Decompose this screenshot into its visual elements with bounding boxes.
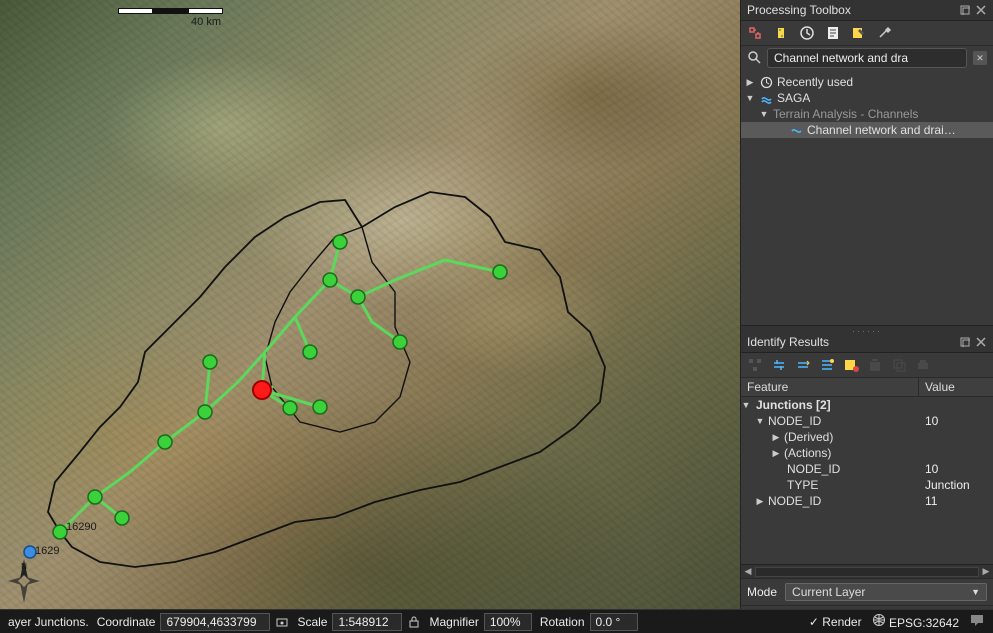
expand-all-icon[interactable] [771,357,787,373]
model-icon[interactable] [747,25,763,41]
actions-node[interactable]: (Actions) [784,446,831,460]
render-label: Render [822,615,861,629]
crs-label: EPSG:32642 [889,616,959,630]
identify-title: Identify Results [747,335,829,349]
undock-icon[interactable] [959,336,971,348]
open-form-icon[interactable] [843,357,859,373]
attr-value: 10 [919,462,993,476]
copy-icon [891,357,907,373]
header-feature[interactable]: Feature [741,378,919,396]
search-icon [747,50,761,67]
rotation-input[interactable] [590,613,638,631]
magnifier-label: Magnifier [429,615,478,629]
rotation-label: Rotation [540,615,585,629]
algorithm-label: Channel network and drai… [807,123,956,137]
options-icon[interactable] [877,25,893,41]
collapse-icon[interactable]: ▼ [759,109,769,119]
crs-button[interactable]: EPSG:32642 [872,613,959,630]
results-icon[interactable] [825,25,841,41]
coordinate-input[interactable] [160,613,270,631]
collapse-icon[interactable]: ▼ [755,416,765,426]
scale-label: Scale [297,615,327,629]
close-icon[interactable] [975,4,987,16]
python-icon[interactable] [773,25,789,41]
processing-toolbar [741,21,993,46]
feature-node[interactable]: NODE_ID [768,414,821,428]
processing-toolbox-title: Processing Toolbox [747,3,851,17]
chevron-down-icon: ▼ [971,587,980,597]
undock-icon[interactable] [959,4,971,16]
scale-input[interactable] [332,613,402,631]
print-icon [915,357,931,373]
selected-junction[interactable] [253,381,271,399]
saga-alg-icon [789,123,803,137]
expand-icon[interactable]: ▶ [745,77,755,87]
toolbox-search-input[interactable] [767,48,967,68]
tree-recent-label[interactable]: Recently used [777,75,853,89]
attr-name: TYPE [787,478,818,492]
history-icon[interactable] [799,25,815,41]
tree-saga-label[interactable]: SAGA [777,91,810,105]
history-icon [759,75,773,89]
north-arrow-icon: N [6,557,42,605]
mode-value: Current Layer [792,585,865,599]
collapse-icon[interactable]: ▼ [745,93,755,103]
attr-value: Junction [919,478,993,492]
expand-icon[interactable]: ▶ [771,432,781,443]
junction-nodes [24,235,507,558]
tree-group-label[interactable]: Terrain Analysis - Channels [773,107,918,121]
map-canvas[interactable]: 40 km [0,0,740,633]
status-bar-right: ✓ Render EPSG:32642 [740,609,993,633]
expand-icon[interactable]: ▶ [755,496,765,507]
globe-icon [872,613,886,627]
map-overlay: 16290 1629 [0,0,740,633]
feature-label-2: 1629 [35,545,59,557]
attr-name: NODE_ID [787,462,840,476]
horizontal-scrollbar[interactable]: ◀ ▶ [741,564,993,578]
scroll-right-icon[interactable]: ▶ [979,566,993,577]
clear-results-icon [867,357,883,373]
identify-results-panel: Identify Results Feature Value [741,332,993,633]
feature-value: 10 [919,414,993,428]
scroll-left-icon[interactable]: ◀ [741,566,755,577]
messages-icon[interactable] [969,612,985,631]
layer-name[interactable]: Junctions [2] [754,398,831,412]
channel-network [60,242,500,532]
identify-toolbar [741,353,993,378]
results-tree[interactable]: ▼Junctions [2] ▼NODE_ID 10 ▶(Derived) ▶(… [741,397,993,564]
feature-label-1: 16290 [66,521,97,533]
edit-in-place-icon[interactable] [851,25,867,41]
feature-node[interactable]: NODE_ID [768,494,821,508]
status-bar: ayer Junctions. Coordinate Scale Magnifi… [0,609,740,633]
algorithm-tree[interactable]: ▶ Recently used ▼ SAGA ▼ Terrain Analysi… [741,72,993,325]
identify-mode-select[interactable]: Current Layer ▼ [785,583,987,601]
extents-icon[interactable] [275,615,289,629]
basin-outline [48,192,605,567]
saga-provider-icon [759,91,773,105]
derived-node[interactable]: (Derived) [784,430,833,444]
mode-label: Mode [747,585,777,599]
svg-text:N: N [21,562,27,571]
feature-value: 11 [919,494,993,508]
collapse-icon[interactable]: ▼ [741,400,751,410]
header-value[interactable]: Value [919,378,993,396]
tree-view-icon [747,357,763,373]
lock-scale-icon[interactable] [407,615,421,629]
expand-icon[interactable]: ▶ [771,448,781,459]
status-message: ayer Junctions. [8,615,89,629]
results-header: Feature Value [741,378,993,397]
coordinate-label: Coordinate [97,615,156,629]
processing-toolbox-panel: Processing Toolbox ✕ ▶ [741,0,993,326]
algorithm-item[interactable]: ▶ Channel network and drai… [741,122,993,138]
expand-new-icon[interactable] [819,357,835,373]
collapse-all-icon[interactable] [795,357,811,373]
magnifier-input[interactable] [484,613,532,631]
close-icon[interactable] [975,336,987,348]
clear-search-icon[interactable]: ✕ [973,51,987,65]
render-checkbox[interactable]: ✓ [809,615,819,629]
